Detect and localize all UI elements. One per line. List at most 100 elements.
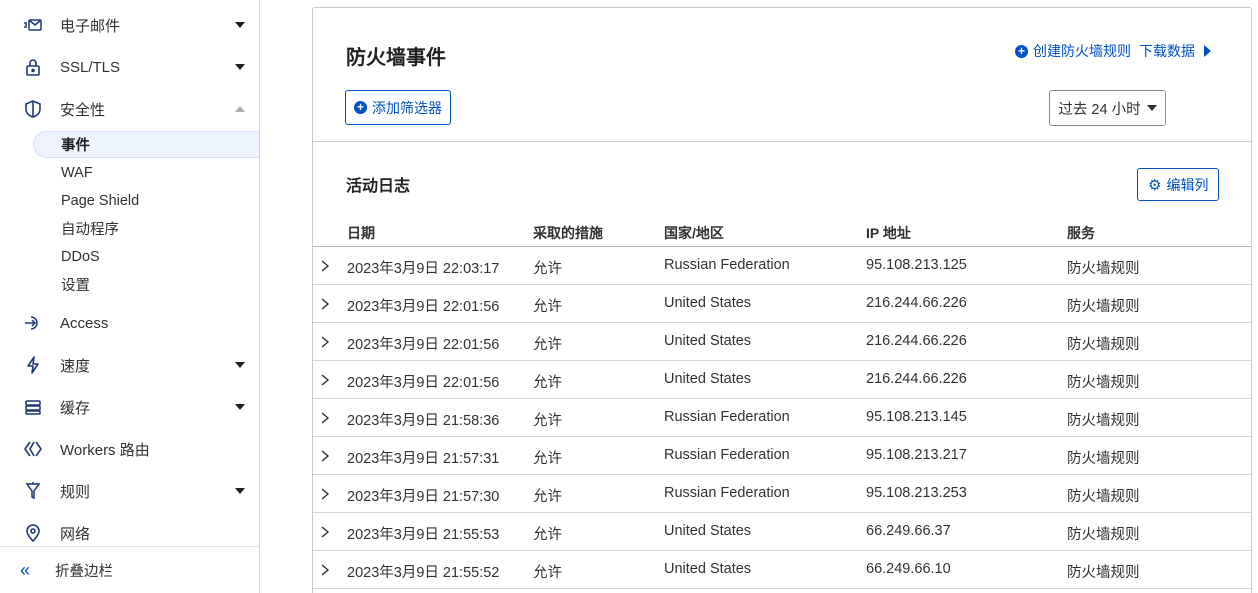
chevron-down-icon xyxy=(235,362,245,368)
access-icon xyxy=(22,312,44,334)
sidebar-item-label: Workers 路由 xyxy=(60,441,150,459)
sidebar-subitem-label: 事件 xyxy=(61,138,90,154)
cell-service: 防火墙规则 xyxy=(1067,337,1140,353)
chevron-right-icon[interactable] xyxy=(318,259,332,273)
sidebar-item-rules[interactable]: 规则 xyxy=(0,473,259,509)
cell-country: United States xyxy=(664,371,752,387)
dashboard-page: 电子邮件 SSL/TLS 安全性 事件 WAF Page Shield 自动程序… xyxy=(0,0,1258,593)
chevron-down-icon xyxy=(235,404,245,410)
create-firewall-rule-link[interactable]: + 创建防火墙规则 xyxy=(1015,41,1131,61)
cell-service: 防火墙规则 xyxy=(1067,413,1140,429)
sidebar-subitem-label: Page Shield xyxy=(61,192,140,209)
cell-action: 允许 xyxy=(533,261,562,277)
sidebar-subitem-page-shield[interactable]: Page Shield xyxy=(0,187,259,214)
sidebar-subitem-waf[interactable]: WAF xyxy=(0,159,259,186)
cell-action: 允许 xyxy=(533,489,562,505)
chevron-up-icon xyxy=(235,106,245,112)
edit-columns-button[interactable]: ⚙ 编辑列 xyxy=(1137,168,1220,201)
sidebar-item-label: SSL/TLS xyxy=(60,58,121,76)
table-row[interactable]: 2023年3月9日 22:01:56 允许 United States 216.244… xyxy=(313,285,1251,323)
table-header: 日期 采取的措施 国家/地区 IP 地址 服务 xyxy=(313,218,1251,247)
cell-ip: 95.108.213.253 xyxy=(866,485,967,501)
cell-action: 允许 xyxy=(533,451,562,467)
cell-service: 防火墙规则 xyxy=(1067,299,1140,315)
cell-service: 防火墙规则 xyxy=(1067,375,1140,391)
cell-action: 允许 xyxy=(533,565,562,581)
rules-funnel-icon xyxy=(22,480,44,502)
cell-country: Russian Federation xyxy=(664,485,790,501)
sidebar-subitem-label: 设置 xyxy=(61,278,90,294)
sidebar-subitem-ddos[interactable]: DDoS xyxy=(0,243,259,270)
time-range-select[interactable]: 过去 24 小时 xyxy=(1049,90,1166,126)
sidebar-subitem-bots[interactable]: 自动程序 xyxy=(0,215,259,242)
column-header-date[interactable]: 日期 xyxy=(347,223,375,243)
table-row[interactable]: 2023年3月9日 22:03:17 允许 Russian Federation 95… xyxy=(313,247,1251,285)
sidebar-subitem-label: DDoS xyxy=(61,248,100,265)
plus-circle-icon: + xyxy=(354,101,367,114)
sidebar-item-label: 网络 xyxy=(60,525,91,543)
column-header-ip[interactable]: IP 地址 xyxy=(866,223,911,243)
cell-date: 2023年3月9日 21:57:30 xyxy=(347,489,500,505)
cell-country: Russian Federation xyxy=(664,447,790,463)
double-chevron-left-icon: « xyxy=(20,559,31,580)
cell-country: United States xyxy=(664,295,752,311)
chevron-right-icon[interactable] xyxy=(318,335,332,349)
lock-icon xyxy=(22,56,44,78)
chevron-right-icon[interactable] xyxy=(318,563,332,577)
workers-icon xyxy=(22,438,44,460)
cell-service: 防火墙规则 xyxy=(1067,489,1140,505)
table-row[interactable]: 2023年3月9日 22:01:56 允许 United States 216.244… xyxy=(313,323,1251,361)
chevron-right-icon[interactable] xyxy=(318,487,332,501)
sidebar-item-speed[interactable]: 速度 xyxy=(0,347,259,383)
sidebar-item-workers-routes[interactable]: Workers 路由 xyxy=(0,431,259,467)
sidebar-item-label: 缓存 xyxy=(60,399,91,417)
cell-service: 防火墙规则 xyxy=(1067,527,1140,543)
chevron-right-icon[interactable] xyxy=(318,297,332,311)
sidebar-item-security[interactable]: 安全性 xyxy=(0,91,259,127)
cell-action: 允许 xyxy=(533,527,562,543)
cell-date: 2023年3月9日 22:01:56 xyxy=(347,299,500,315)
collapse-sidebar-button[interactable]: « 折叠边栏 xyxy=(0,546,259,593)
gear-icon: ⚙ xyxy=(1148,176,1162,194)
sidebar-item-access[interactable]: Access xyxy=(0,305,259,341)
table-row[interactable]: 2023年3月9日 21:58:36 允许 Russian Federation 95… xyxy=(313,399,1251,437)
sidebar-item-email[interactable]: 电子邮件 xyxy=(0,7,259,43)
chevron-right-icon[interactable] xyxy=(318,525,332,539)
table-row[interactable]: 2023年3月9日 21:55:52 允许 United States 66.249.… xyxy=(313,551,1251,589)
column-header-country[interactable]: 国家/地区 xyxy=(664,223,724,243)
location-pin-icon xyxy=(22,522,44,544)
table-row[interactable]: 2023年3月9日 21:55:53 允许 United States 66.249.… xyxy=(313,513,1251,551)
chevron-right-icon[interactable] xyxy=(318,373,332,387)
table-row[interactable]: 2023年3月9日 21:57:31 允许 Russian Federation 95… xyxy=(313,437,1251,475)
cell-date: 2023年3月9日 21:55:53 xyxy=(347,527,500,543)
cell-service: 防火墙规则 xyxy=(1067,565,1140,581)
time-range-value: 过去 24 小时 xyxy=(1058,101,1141,118)
add-filter-button[interactable]: + 添加筛选器 xyxy=(345,90,451,125)
table-row[interactable]: 2023年3月9日 21:57:30 允许 Russian Federation 95… xyxy=(313,475,1251,513)
cell-country: United States xyxy=(664,333,752,349)
download-data-link[interactable]: 下载数据 xyxy=(1139,41,1211,61)
cell-ip: 66.249.66.10 xyxy=(866,561,951,577)
sidebar-item-cache[interactable]: 缓存 xyxy=(0,389,259,425)
shield-icon xyxy=(22,98,44,120)
cell-action: 允许 xyxy=(533,413,562,429)
sidebar-subitem-settings[interactable]: 设置 xyxy=(0,271,259,298)
cell-ip: 216.244.66.226 xyxy=(866,295,967,311)
cell-date: 2023年3月9日 22:01:56 xyxy=(347,375,500,391)
sidebar-item-ssl-tls[interactable]: SSL/TLS xyxy=(0,49,259,85)
cell-date: 2023年3月9日 22:03:17 xyxy=(347,261,500,277)
sidebar-item-label: 电子邮件 xyxy=(60,17,121,35)
cell-ip: 95.108.213.145 xyxy=(866,409,967,425)
chevron-right-icon[interactable] xyxy=(318,411,332,425)
column-header-service[interactable]: 服务 xyxy=(1067,223,1095,243)
table-row[interactable]: 2023年3月9日 22:01:56 允许 United States 216.244… xyxy=(313,361,1251,399)
column-header-action[interactable]: 采取的措施 xyxy=(533,223,603,243)
chevron-right-icon[interactable] xyxy=(318,449,332,463)
section-divider xyxy=(313,141,1251,142)
play-arrow-icon xyxy=(1204,45,1211,57)
sidebar: 电子邮件 SSL/TLS 安全性 事件 WAF Page Shield 自动程序… xyxy=(0,0,260,593)
cell-service: 防火墙规则 xyxy=(1067,451,1140,467)
cell-country: Russian Federation xyxy=(664,257,790,273)
cell-service: 防火墙规则 xyxy=(1067,261,1140,277)
sidebar-subitem-events[interactable]: 事件 xyxy=(33,131,259,158)
